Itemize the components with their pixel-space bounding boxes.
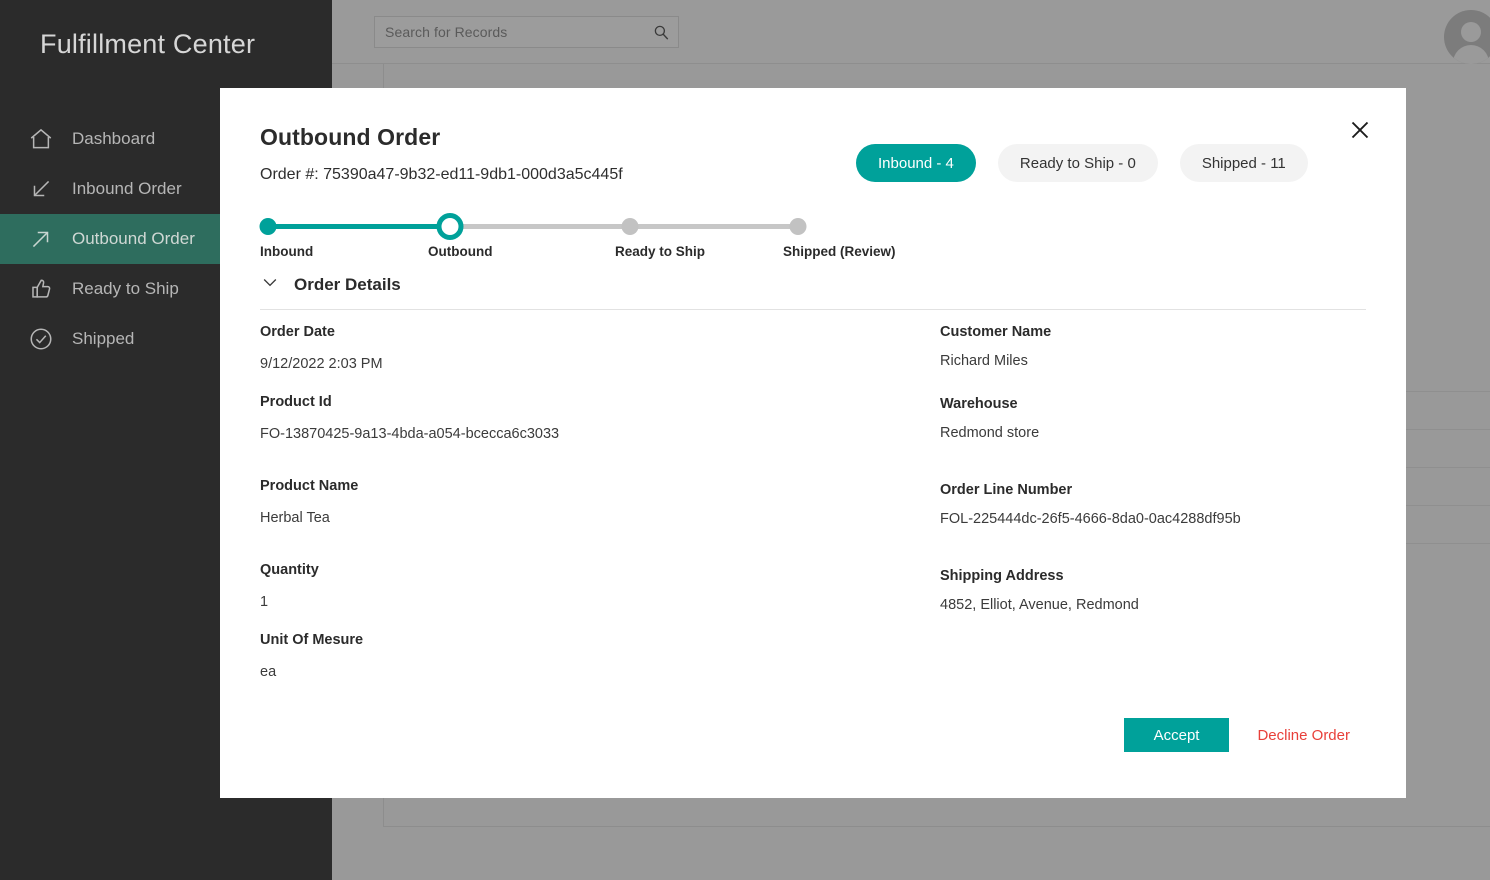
field-customer-name: Customer Name Richard Miles: [940, 324, 1358, 369]
stepper-node-shipped[interactable]: [789, 218, 807, 235]
tab-label: Shipped - 11: [1201, 154, 1286, 172]
field-value: FOL-225444dc-26f5-4666-8da0-0ac4288df95b: [940, 511, 1241, 527]
stepper-label-ready-to-ship: Ready to Ship: [615, 244, 706, 259]
app-root: Search for Records Fulfillment Center Da…: [0, 0, 1490, 880]
field-quantity: Quantity 1: [260, 562, 940, 610]
field-label: Order Line Number: [940, 482, 1073, 498]
field-value: Richard Miles: [940, 353, 1028, 369]
tab-label: Ready to Ship - 0: [1019, 154, 1136, 172]
stepper-label-shipped: Shipped (Review): [783, 244, 896, 259]
tab-label: Inbound - 4: [878, 154, 954, 172]
field-value: 4852, Elliot, Avenue, Redmond: [940, 597, 1139, 613]
field-value: 9/12/2022 2:03 PM: [260, 356, 383, 372]
order-progress-stepper: Inbound Outbound Ready to Ship Shipped (…: [259, 206, 896, 268]
stepper-node-inbound[interactable]: [259, 218, 277, 235]
field-label: Product Name: [260, 478, 359, 494]
order-details-left-column: Order Date 9/12/2022 2:03 PM Product Id …: [260, 324, 940, 702]
tab-inbound[interactable]: Inbound - 4: [856, 144, 976, 182]
order-details-toggle[interactable]: Order Details: [260, 272, 1358, 297]
status-tabs: Inbound - 4 Ready to Ship - 0 Shipped - …: [856, 144, 1308, 182]
order-details-right-column: Customer Name Richard Miles Warehouse Re…: [940, 324, 1358, 702]
field-value: Redmond store: [940, 425, 1040, 441]
field-label: Shipping Address: [940, 568, 1064, 584]
field-value: ea: [260, 664, 277, 680]
order-details-grid: Order Date 9/12/2022 2:03 PM Product Id …: [260, 324, 1358, 702]
outbound-order-modal: Outbound Order Order #: 75390a47-9b32-ed…: [220, 88, 1406, 798]
close-icon[interactable]: [1348, 118, 1376, 146]
stepper-label-outbound: Outbound: [428, 244, 493, 259]
field-value: Herbal Tea: [260, 510, 330, 526]
stepper-label-inbound: Inbound: [260, 244, 314, 259]
field-order-date: Order Date 9/12/2022 2:03 PM: [260, 324, 940, 372]
chevron-down-icon: [260, 272, 280, 297]
tab-shipped[interactable]: Shipped - 11: [1179, 144, 1308, 182]
field-warehouse: Warehouse Redmond store: [940, 396, 1358, 441]
field-product-id: Product Id FO-13870425-9a13-4bda-a054-bc…: [260, 394, 940, 442]
field-value: FO-13870425-9a13-4bda-a054-bcecca6c3033: [260, 426, 560, 442]
field-unit-of-measure: Unit Of Mesure ea: [260, 632, 940, 680]
modal-actions: Accept Decline Order: [1123, 718, 1358, 752]
stepper-progress-fill: [268, 224, 450, 229]
stepper-node-outbound[interactable]: [436, 213, 464, 240]
order-details-title: Order Details: [294, 274, 401, 294]
tab-ready-to-ship[interactable]: Ready to Ship - 0: [997, 144, 1158, 182]
field-label: Product Id: [260, 394, 332, 410]
field-value: 1: [260, 594, 269, 610]
field-label: Warehouse: [940, 396, 1018, 412]
field-label: Customer Name: [940, 324, 1052, 340]
field-label: Quantity: [260, 562, 319, 578]
field-label: Unit Of Mesure: [260, 632, 364, 648]
section-divider: [260, 309, 1366, 310]
stepper-node-ready-to-ship[interactable]: [621, 218, 639, 235]
field-label: Order Date: [260, 324, 335, 340]
field-order-line-number: Order Line Number FOL-225444dc-26f5-4666…: [940, 482, 1358, 527]
field-product-name: Product Name Herbal Tea: [260, 478, 940, 526]
field-shipping-address: Shipping Address 4852, Elliot, Avenue, R…: [940, 568, 1358, 613]
accept-button[interactable]: Accept: [1123, 718, 1230, 752]
decline-order-button[interactable]: Decline Order: [1249, 727, 1358, 744]
